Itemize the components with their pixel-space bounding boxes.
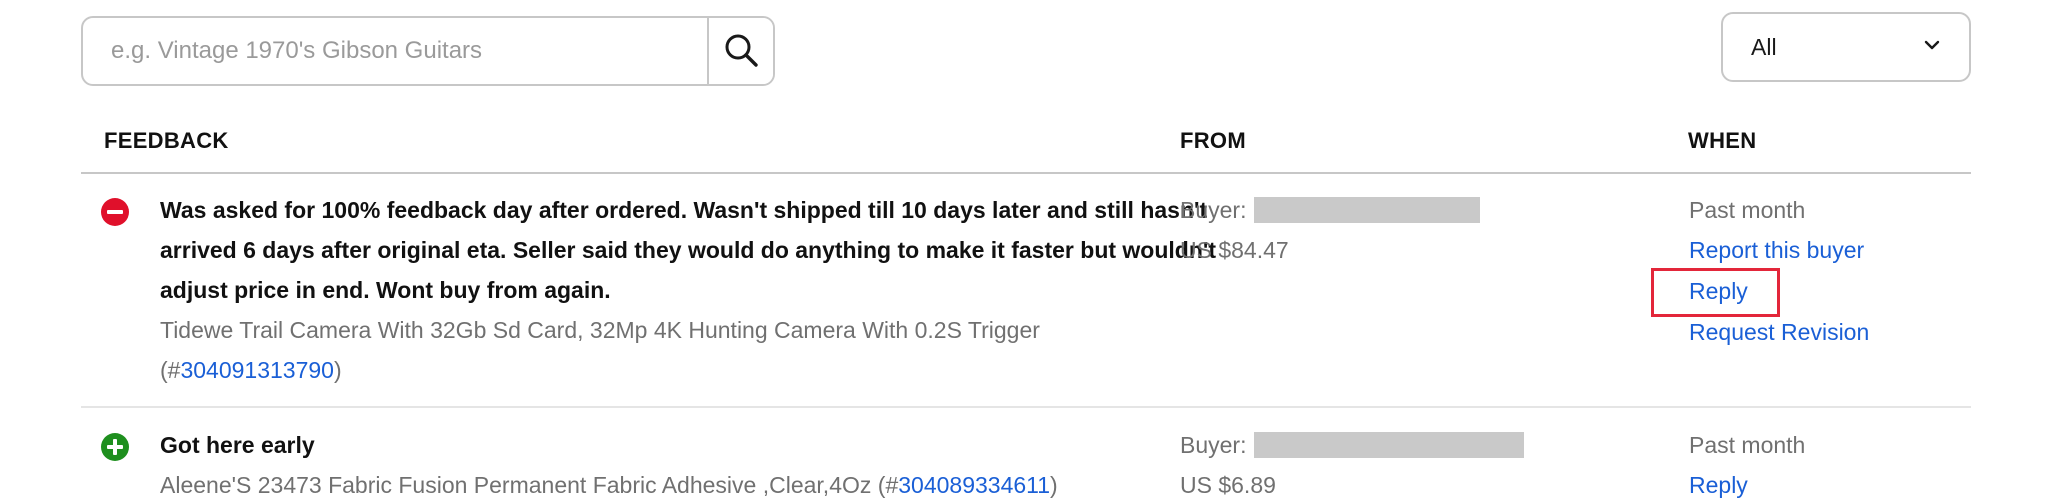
feedback-item: Tidewe Trail Camera With 32Gb Sd Card, 3…: [160, 310, 1230, 390]
feedback-comment: Was asked for 100% feedback day after or…: [160, 197, 1217, 303]
item-number-link[interactable]: 304089334611: [898, 472, 1050, 498]
buyer-label: Buyer:: [1180, 197, 1247, 223]
item-number-suffix: ): [333, 357, 342, 383]
buyer-line: Buyer:: [1180, 190, 1481, 230]
row-divider: [81, 406, 1971, 408]
search-bar: [81, 16, 775, 86]
when-info: Past month Reply: [1689, 425, 1805, 500]
from-info: Buyer: US $84.47: [1180, 190, 1481, 270]
item-number-link[interactable]: 304091313790: [180, 357, 334, 383]
feedback-comment: Got here early: [160, 432, 315, 458]
request-revision-link[interactable]: Request Revision: [1689, 312, 1869, 353]
column-header-when: WHEN: [1688, 128, 1757, 153]
item-title: Aleene'S 23473 Fabric Fusion Permanent F…: [160, 472, 872, 498]
filter-selected-value: All: [1751, 33, 1777, 60]
when-text: Past month: [1689, 432, 1806, 458]
item-title: Tidewe Trail Camera With 32Gb Sd Card, 3…: [160, 317, 1040, 343]
item-number-suffix: ): [1050, 472, 1058, 498]
buyer-label: Buyer:: [1180, 432, 1247, 458]
item-number-prefix: (#: [160, 357, 181, 383]
redacted-username: [1254, 197, 1481, 223]
filter-select[interactable]: All: [1721, 12, 1971, 82]
item-number-prefix: (#: [877, 472, 899, 498]
chevron-down-icon: [1923, 38, 1941, 56]
price: US $6.89: [1180, 472, 1276, 498]
header-divider: [81, 172, 1971, 174]
search-input[interactable]: [83, 18, 707, 84]
price: US $84.47: [1180, 237, 1289, 263]
column-header-feedback: FEEDBACK: [104, 128, 229, 153]
reply-link[interactable]: Reply: [1689, 465, 1805, 500]
search-button[interactable]: [707, 18, 773, 84]
plus-circle-icon: [101, 433, 129, 461]
from-info: Buyer: US $6.89: [1180, 425, 1525, 500]
column-header-from: FROM: [1180, 128, 1246, 153]
reply-highlight-box: [1651, 268, 1780, 317]
when-text: Past month: [1689, 197, 1806, 223]
minus-circle-icon: [101, 198, 129, 226]
search-icon: [723, 32, 759, 71]
buyer-line: Buyer:: [1180, 425, 1525, 465]
feedback-item: Aleene'S 23473 Fabric Fusion Permanent F…: [160, 465, 1230, 500]
report-buyer-link[interactable]: Report this buyer: [1689, 230, 1869, 271]
redacted-username: [1254, 432, 1525, 458]
